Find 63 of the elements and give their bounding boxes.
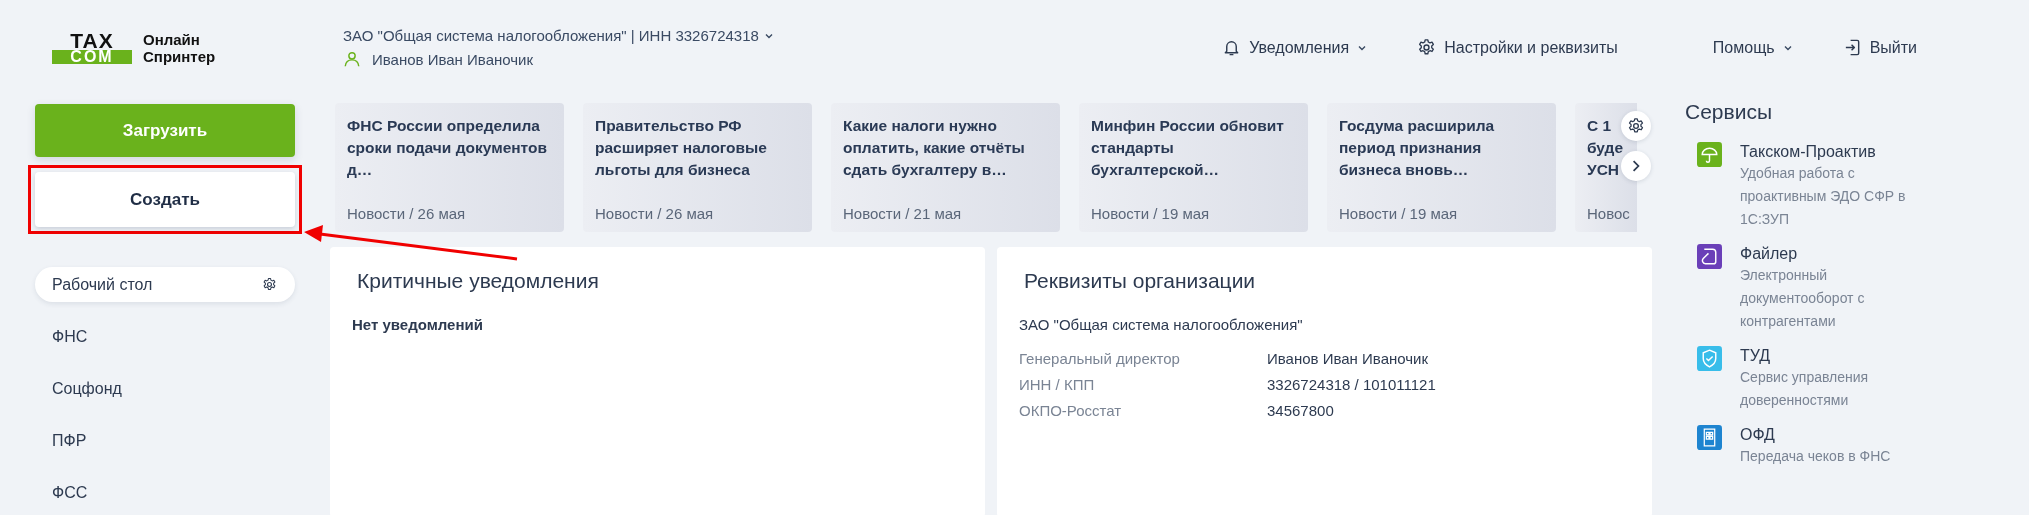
field-label: ОКПО-Росстат xyxy=(1019,402,1123,419)
organization-name: ЗАО "Общая система налогообложения" xyxy=(1019,316,1304,333)
panel-title: Реквизиты организации xyxy=(1023,269,1257,293)
news-card[interactable]: С 1 буде УСН Новос xyxy=(1575,103,1637,232)
service-name[interactable]: Такском-Проактив xyxy=(1740,142,1930,162)
settings-icon[interactable] xyxy=(1417,38,1437,57)
sidebar-item-label[interactable]: Соцфонд xyxy=(52,379,122,398)
news-title: Правительство РФ расширяет налоговые льготы для бизнеса xyxy=(595,116,768,180)
field-label: ИНН / КПП xyxy=(1019,376,1096,393)
sidebar-item[interactable]: Рабочий стол xyxy=(35,267,295,302)
news-title: Минфин России обновит стандарты бухгалтерской… xyxy=(1091,116,1285,180)
service-description: Передача чеков в ФНС xyxy=(1740,447,1892,466)
field-value: 34567800 xyxy=(1267,402,1335,419)
sidebar-item-label[interactable]: ФНС xyxy=(52,327,88,346)
field-value: 3326724318 / 101011121 xyxy=(1267,376,1437,393)
news-meta: Новости / 26 мая xyxy=(595,205,715,222)
news-title: С 1 буде УСН xyxy=(1587,116,1625,180)
news-meta: Новости / 26 мая xyxy=(347,205,467,222)
news-card[interactable]: ФНС России определила сроки подачи документов д… Новости / 26 мая xyxy=(335,103,564,232)
service-icon[interactable] xyxy=(1697,425,1722,450)
news-title: Госдума расширила период признания бизнеса вновь… xyxy=(1339,116,1496,180)
user-name: Иванов Иван Иваночик xyxy=(372,50,534,68)
news-card[interactable]: Правительство РФ расширяет налоговые льготы для бизнеса Новости / 26 мая xyxy=(583,103,812,232)
news-card[interactable]: Минфин России обновит стандарты бухгалтерской… Новости / 19 мая xyxy=(1079,103,1308,232)
field-label: Генеральный директор xyxy=(1019,350,1181,367)
nav-link[interactable]: Настройки и реквизиты xyxy=(1444,38,1618,57)
organization-selector[interactable]: ЗАО "Общая система налогообложения" | ИНН 3326724318 xyxy=(343,27,759,44)
news-title: ФНС России определила сроки подачи документов д… xyxy=(347,116,548,180)
product-name: Онлайн Спринтер xyxy=(143,30,216,65)
logo-mark: TAX COM xyxy=(52,31,132,64)
service-description: Электронный документооборот с контрагентами xyxy=(1740,266,1866,331)
settings-button[interactable] xyxy=(1621,111,1651,141)
news-meta: Новости / 19 мая xyxy=(1091,205,1211,222)
sidebar-item[interactable]: ФСС xyxy=(35,475,295,510)
nav-link[interactable]: Уведомления xyxy=(1249,38,1350,57)
news-meta: Новости / 19 мая xyxy=(1339,205,1459,222)
service-description: Сервис управления доверенностями xyxy=(1740,368,1870,410)
news-meta: Новости / 21 мая xyxy=(843,205,963,222)
next-button[interactable] xyxy=(1621,151,1651,181)
service-name[interactable]: ТУД xyxy=(1740,346,1930,366)
sidebar-item[interactable]: Соцфонд xyxy=(35,371,295,406)
services-title: Сервисы xyxy=(1685,100,1773,124)
nav-link[interactable]: Выйти xyxy=(1869,38,1917,57)
field-value: Иванов Иван Иваночик xyxy=(1267,350,1430,367)
sidebar-item-label[interactable]: ФСС xyxy=(52,483,88,502)
nav-link[interactable]: Помощь xyxy=(1712,38,1775,57)
service-name[interactable]: ОФД xyxy=(1740,425,1930,445)
sidebar-item-label[interactable]: ПФР xyxy=(52,431,87,450)
service-icon[interactable] xyxy=(1697,244,1722,269)
sidebar-item[interactable]: ПФР xyxy=(35,423,295,458)
settings-icon[interactable] xyxy=(1627,117,1645,135)
service-description: Удобная работа с проактивным ЭДО СФР в 1С:ЗУП xyxy=(1740,164,1907,229)
news-title: Какие налоги нужно оплатить, какие отчёты сдать бухгалтеру в… xyxy=(843,116,1026,180)
news-card[interactable]: Госдума расширила период признания бизнеса вновь… Новости / 19 мая xyxy=(1327,103,1556,232)
news-card[interactable]: Какие налоги нужно оплатить, какие отчёты сдать бухгалтеру в… Новости / 21 мая xyxy=(831,103,1060,232)
sidebar-item[interactable]: ФНС xyxy=(35,319,295,354)
panel-title: Критичные уведомления xyxy=(356,269,600,293)
sidebar-item-label[interactable]: Рабочий стол xyxy=(52,275,153,294)
settings-icon[interactable] xyxy=(262,277,277,292)
user-icon xyxy=(343,50,361,68)
service-name[interactable]: Файлер xyxy=(1740,244,1930,264)
empty-message: Нет уведомлений xyxy=(352,316,484,333)
create-button[interactable]: Создать xyxy=(35,172,295,227)
